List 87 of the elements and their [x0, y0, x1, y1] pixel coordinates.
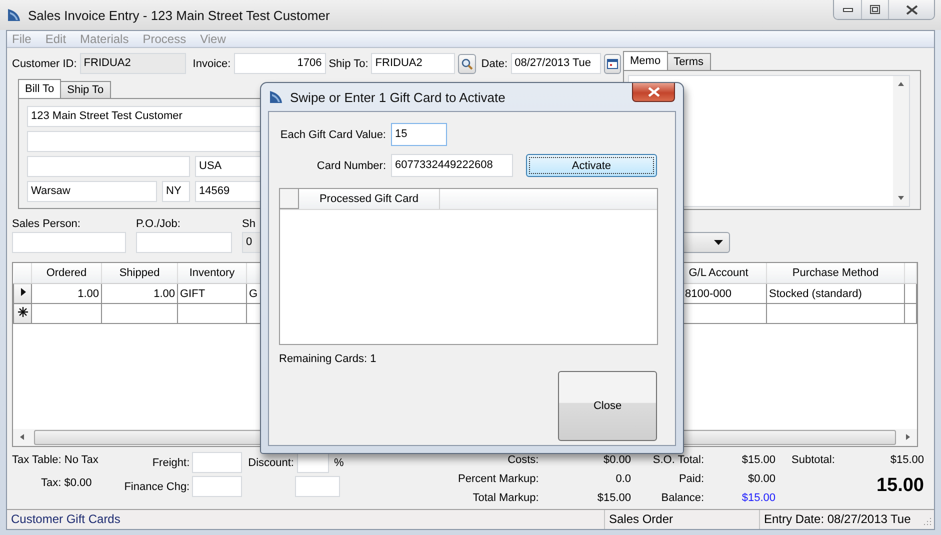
total-label: Paid: [678, 472, 704, 485]
field-label: Discount: [248, 456, 294, 469]
close-button[interactable] [888, 0, 934, 19]
total-label: Costs: [506, 454, 539, 466]
window-title: Sales Invoice Entry - 123 Main Street Test Customer [28, 8, 330, 22]
table-cell: Stocked (standard) [766, 284, 904, 304]
tax-table-text: Tax Table: No Tax [12, 454, 98, 466]
field-label: Date: [481, 58, 508, 70]
column-header[interactable]: Purchase Method [766, 263, 904, 284]
column-header[interactable]: Shipped [102, 263, 178, 284]
close-icon [906, 4, 918, 14]
search-icon [461, 58, 474, 70]
status-text: Entry Date: 08/27/2013 Tue [759, 510, 916, 529]
finance-charge-field[interactable] [192, 476, 242, 498]
search-button[interactable] [458, 54, 476, 74]
total-value: $0.00 [748, 472, 776, 485]
total-value: $15.00 [890, 454, 924, 466]
total-label: Total Markup: [472, 492, 539, 504]
gift-card-value-field[interactable]: 15 [391, 123, 447, 146]
table-cell [32, 304, 102, 324]
state-field[interactable]: NY [162, 181, 190, 202]
field-label: Sales Person: [12, 218, 82, 230]
app-icon [268, 89, 284, 105]
total-label: Balance: [660, 492, 704, 504]
card-number-field[interactable]: 6077332449222608 [391, 154, 513, 177]
field-label: Card Number: [316, 160, 386, 172]
minimize-button[interactable] [834, 0, 861, 19]
tax-text: Tax: $0.00 [41, 476, 92, 489]
app-icon [6, 7, 22, 23]
grand-total: 15.00 [876, 474, 924, 497]
field-label: Each Gift Card Value: [279, 128, 386, 140]
field-label: P.O./Job: [136, 218, 182, 230]
dropdown-arrow-icon [714, 240, 723, 245]
text-field[interactable] [136, 232, 232, 253]
close-dialog-button[interactable]: Close [558, 371, 657, 441]
grid-corner [14, 263, 32, 284]
close-button[interactable] [632, 83, 675, 102]
remaining-cards-text: Remaining Cards: 1 [279, 353, 378, 365]
calendar-button[interactable] [604, 54, 621, 74]
restore-icon [870, 5, 880, 14]
close-icon [648, 87, 660, 97]
ship-to-field[interactable]: FRIDUA2 [371, 53, 456, 74]
tab[interactable]: Memo [623, 51, 668, 70]
text-field[interactable] [295, 476, 340, 498]
total-value: $15.00 [742, 454, 776, 466]
column-header[interactable]: Ordered [32, 263, 102, 284]
scroll-down-icon[interactable] [897, 194, 905, 202]
scroll-up-icon[interactable] [897, 80, 905, 88]
maximize-button[interactable] [861, 0, 888, 19]
text-field[interactable] [12, 232, 126, 253]
total-label: Subtotal: [792, 454, 835, 466]
total-value: $15.00 [597, 492, 632, 504]
dialog-title: Swipe or Enter 1 Gift Card to Activate [290, 90, 506, 104]
table-cell: 1.00 [32, 284, 102, 304]
customer-id-field[interactable]: FRIDUA2 [80, 53, 186, 74]
table-cell: 1.00 [102, 284, 178, 304]
city-field[interactable]: Warsaw [27, 181, 157, 202]
address-field[interactable] [27, 156, 190, 177]
total-value: $0.00 [604, 454, 632, 466]
tab[interactable]: Terms [666, 53, 711, 70]
minimize-icon [842, 8, 852, 12]
field-label: Freight: [151, 456, 190, 469]
field-label: Finance Chg: [123, 480, 190, 493]
field-label: Sh [242, 218, 256, 230]
scrollbar[interactable] [893, 76, 909, 206]
scroll-left-icon[interactable] [18, 433, 26, 442]
field-label: Customer ID: [12, 58, 77, 70]
calendar-icon [606, 58, 618, 68]
tab[interactable]: Bill To [18, 79, 62, 98]
field-label: Invoice: [192, 58, 231, 70]
freight-field[interactable] [192, 452, 242, 474]
column-header[interactable]: Inventory [178, 263, 246, 284]
discount-field[interactable] [296, 452, 329, 474]
total-value: 0.0 [616, 472, 632, 485]
invoice-field[interactable]: 1706 [234, 53, 326, 74]
total-label: Percent Markup: [457, 472, 539, 485]
total-value: $15.00 [742, 492, 776, 504]
tab[interactable]: Ship To [60, 81, 111, 98]
table-cell: GIFT [178, 284, 246, 304]
status-text: Sales Order [604, 510, 759, 529]
status-text: Customer Gift Cards [10, 511, 122, 528]
activate-button[interactable]: Activate [526, 154, 657, 177]
scroll-right-icon[interactable] [904, 433, 912, 442]
percent-sign: % [334, 456, 344, 469]
field-label: Ship To: [328, 58, 368, 70]
date-field[interactable]: 08/27/2013 Tue [510, 53, 601, 74]
total-label: S.O. Total: [652, 454, 704, 466]
